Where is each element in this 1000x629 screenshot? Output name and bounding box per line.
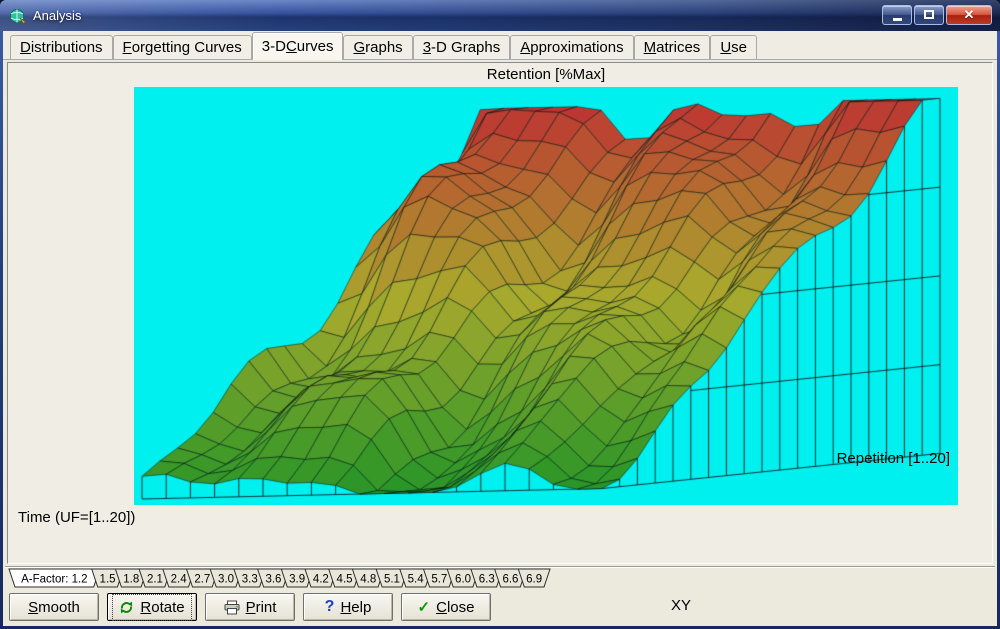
close-icon: ✕ bbox=[964, 8, 975, 21]
afactor-tab-label: 6.6 bbox=[502, 574, 518, 586]
chart-title: Retention [%Max] bbox=[134, 66, 958, 83]
afactor-tab-label: 4.8 bbox=[360, 574, 376, 586]
window-content: DistributionsForgetting Curves3-D Curves… bbox=[3, 31, 997, 626]
tab-3-d-graphs[interactable]: 3-D Graphs bbox=[413, 35, 511, 59]
tab-distributions[interactable]: Distributions bbox=[10, 35, 113, 59]
window-title: Analysis bbox=[33, 8, 81, 23]
button-inner: ? Help bbox=[321, 596, 376, 618]
close-button[interactable]: ✓ Close bbox=[401, 593, 491, 621]
label-part: G bbox=[353, 39, 365, 56]
label-part: pproximations bbox=[530, 39, 623, 56]
label-part: D bbox=[20, 39, 31, 56]
rotate-icon bbox=[119, 600, 134, 615]
button-label: Help bbox=[340, 599, 371, 616]
afactor-tab-label: 1.5 bbox=[100, 574, 116, 586]
label-part: atrices bbox=[656, 39, 700, 56]
afactor-tab-label: 2.1 bbox=[147, 574, 163, 586]
print-icon bbox=[224, 600, 240, 615]
afactor-tab-label: 2.4 bbox=[171, 574, 188, 586]
label-part: -D Graphs bbox=[431, 39, 500, 56]
button-label: Close bbox=[436, 599, 474, 616]
afactor-tab-label: A-Factor: 1.2 bbox=[21, 574, 87, 586]
chart-panel: Retention [%Max] Repetition [1..20] Time… bbox=[7, 62, 993, 564]
tab-forgetting-curves[interactable]: Forgetting Curves bbox=[113, 35, 252, 59]
tab-use[interactable]: Use bbox=[710, 35, 757, 59]
help-button[interactable]: ? Help bbox=[303, 593, 393, 621]
afactor-tab-label: 4.5 bbox=[337, 574, 353, 586]
label-part: otate bbox=[151, 599, 184, 616]
afactor-tab-label: 6.9 bbox=[526, 574, 542, 586]
label-part: H bbox=[340, 599, 351, 616]
afactor-tab-label: 3.6 bbox=[265, 574, 281, 586]
label-part: A bbox=[520, 39, 530, 56]
label-part: P bbox=[246, 599, 256, 616]
maximize-icon bbox=[924, 10, 934, 19]
afactor-tab-label: 2.7 bbox=[194, 574, 210, 586]
afactor-tab-label: 4.2 bbox=[313, 574, 329, 586]
label-part: rint bbox=[256, 599, 277, 616]
tab-3-d-curves[interactable]: 3-D Curves bbox=[252, 32, 344, 60]
label-part: S bbox=[28, 599, 38, 616]
repetition-axis-label: Repetition [1..20] bbox=[837, 450, 950, 467]
rotate-button[interactable]: Rotate bbox=[107, 593, 197, 621]
time-axis-label: Time (UF=[1..20]) bbox=[18, 509, 135, 526]
caption-buttons: ✕ bbox=[882, 5, 992, 25]
button-label: Smooth bbox=[28, 599, 80, 616]
button-inner: Rotate bbox=[115, 597, 188, 618]
app-icon bbox=[9, 8, 27, 24]
tab-approximations[interactable]: Approximations bbox=[510, 35, 633, 59]
label-part: raphs bbox=[365, 39, 403, 56]
label-part: istributions bbox=[31, 39, 103, 56]
rotation-mode-status: XY bbox=[671, 597, 691, 614]
tab-graphs[interactable]: Graphs bbox=[343, 35, 412, 59]
afactor-tab-label: 3.3 bbox=[242, 574, 258, 586]
close-window-button[interactable]: ✕ bbox=[946, 5, 992, 25]
afactor-tab-6-9[interactable]: 6.9 bbox=[518, 569, 550, 587]
button-inner: Print bbox=[220, 597, 281, 618]
check-icon: ✓ bbox=[418, 598, 431, 616]
afactor-tab-a-factor-1-2[interactable]: A-Factor: 1.2 bbox=[9, 569, 100, 587]
smooth-button[interactable]: Smooth bbox=[9, 593, 99, 621]
afactor-tab-label: 6.0 bbox=[455, 574, 471, 586]
label-part: 3-D bbox=[262, 38, 286, 55]
surface-plot-area: Repetition [1..20] bbox=[134, 87, 958, 505]
afactor-tab-label: 3.0 bbox=[218, 574, 234, 586]
button-label: Rotate bbox=[140, 599, 184, 616]
maximize-button[interactable] bbox=[914, 5, 944, 25]
afactor-tab-strip: A-Factor: 1.2 1.5 1.8 2.1 2.4 2.7 3.0 3.3 3.6 3.9… bbox=[5, 566, 995, 588]
label-part: C bbox=[286, 38, 297, 55]
label-part: urves bbox=[297, 38, 334, 55]
label-part: 3 bbox=[423, 39, 431, 56]
afactor-tab-label: 5.4 bbox=[408, 574, 425, 586]
label-part: se bbox=[731, 39, 747, 56]
afactor-tab-label: 5.7 bbox=[431, 574, 447, 586]
label-part: R bbox=[140, 599, 151, 616]
afactor-tab-label: 3.9 bbox=[289, 574, 305, 586]
label-part: elp bbox=[351, 599, 371, 616]
afactor-tab-label: 5.1 bbox=[384, 574, 400, 586]
bottom-button-bar: Smooth Rotate Print? Help ✓ Close XY bbox=[3, 588, 997, 626]
minimize-icon bbox=[893, 18, 902, 21]
tab-matrices[interactable]: Matrices bbox=[634, 35, 711, 59]
button-inner: Smooth bbox=[24, 597, 84, 618]
button-label: Print bbox=[246, 599, 277, 616]
label-part: U bbox=[720, 39, 731, 56]
analysis-tab-bar: DistributionsForgetting Curves3-D Curves… bbox=[3, 31, 997, 60]
button-inner: ✓ Close bbox=[414, 596, 479, 618]
label-part: C bbox=[436, 599, 447, 616]
help-icon: ? bbox=[325, 598, 335, 616]
title-bar[interactable]: Analysis ✕ bbox=[0, 0, 1000, 31]
afactor-tab-label: 6.3 bbox=[479, 574, 495, 586]
label-part: lose bbox=[447, 599, 475, 616]
label-part: F bbox=[123, 39, 132, 56]
retention-surface-canvas[interactable] bbox=[134, 87, 958, 505]
analysis-window: Analysis ✕ DistributionsForgetting Curve… bbox=[0, 0, 1000, 629]
label-part: mooth bbox=[38, 599, 80, 616]
label-part: orgetting Curves bbox=[132, 39, 242, 56]
afactor-tab-label: 1.8 bbox=[123, 574, 139, 586]
print-button[interactable]: Print bbox=[205, 593, 295, 621]
minimize-button[interactable] bbox=[882, 5, 912, 25]
label-part: M bbox=[644, 39, 657, 56]
